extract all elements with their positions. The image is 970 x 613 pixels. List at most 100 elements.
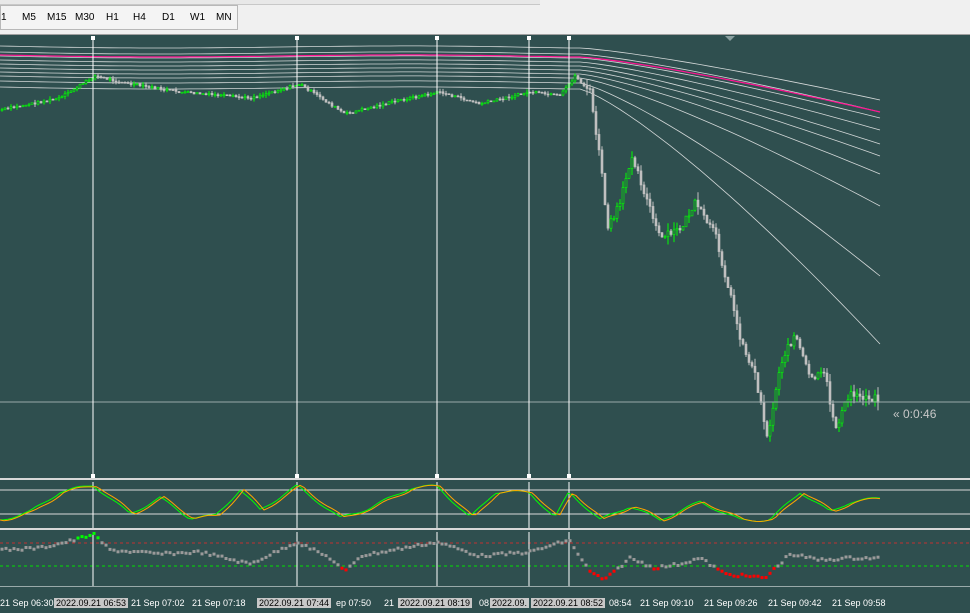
momentum-dot bbox=[216, 554, 220, 558]
momentum-dot bbox=[176, 551, 180, 555]
momentum-dot bbox=[276, 550, 280, 554]
stochastic-oscillator-panel[interactable] bbox=[0, 482, 970, 528]
momentum-dot bbox=[244, 560, 248, 564]
time-label: 21 Sep 06:30 bbox=[0, 598, 54, 608]
momentum-dot bbox=[444, 542, 448, 546]
candle bbox=[666, 223, 670, 245]
vertical-marker-line[interactable] bbox=[295, 36, 299, 478]
momentum-dot bbox=[116, 550, 120, 554]
candle bbox=[828, 374, 832, 412]
indicator1-vertical-markers bbox=[92, 482, 570, 528]
timeframe-m15-button[interactable]: M15 bbox=[47, 12, 66, 23]
candle bbox=[204, 92, 208, 96]
candle bbox=[612, 215, 616, 222]
candle bbox=[246, 95, 250, 100]
momentum-dot bbox=[188, 552, 192, 556]
timeframe-h1-button[interactable]: H1 bbox=[106, 12, 119, 23]
candle bbox=[117, 79, 121, 84]
momentum-dot bbox=[156, 551, 160, 555]
momentum-dot bbox=[292, 543, 296, 547]
moving-average-line bbox=[0, 86, 881, 345]
candle bbox=[144, 82, 148, 90]
momentum-dot bbox=[36, 545, 40, 549]
candle bbox=[3, 107, 7, 111]
momentum-dot bbox=[252, 560, 256, 564]
momentum-dot bbox=[344, 568, 348, 572]
momentum-dot bbox=[560, 541, 564, 545]
candle bbox=[297, 84, 301, 87]
indicator-separator-1[interactable] bbox=[0, 478, 970, 480]
bar-countdown-timer: « 0:0:46 bbox=[893, 407, 937, 421]
candle bbox=[417, 94, 421, 99]
candle bbox=[36, 100, 40, 106]
momentum-dot bbox=[372, 550, 376, 554]
momentum-dot bbox=[12, 547, 16, 551]
candle bbox=[255, 95, 259, 99]
indicator-separator-2[interactable] bbox=[0, 528, 970, 530]
momentum-dot bbox=[160, 552, 164, 556]
axis-separator bbox=[0, 586, 970, 587]
momentum-dot bbox=[584, 563, 588, 567]
momentum-dot bbox=[540, 547, 544, 551]
time-label-highlight: 2022.09. bbox=[490, 598, 530, 608]
candle bbox=[264, 90, 268, 98]
candle bbox=[654, 213, 658, 231]
timeframe-m1-button[interactable]: 1 bbox=[1, 12, 7, 23]
vertical-marker-line[interactable] bbox=[91, 36, 95, 478]
candle bbox=[75, 86, 79, 92]
momentum-dot bbox=[120, 549, 124, 553]
candle bbox=[12, 105, 16, 109]
chart-shift-marker[interactable] bbox=[725, 36, 735, 41]
momentum-dot bbox=[636, 560, 640, 564]
momentum-dot bbox=[132, 550, 136, 553]
timeframe-m5-button[interactable]: M5 bbox=[22, 12, 36, 23]
timeframe-w1-button[interactable]: W1 bbox=[190, 12, 205, 23]
candle bbox=[396, 98, 400, 103]
candle bbox=[192, 91, 196, 95]
candle bbox=[222, 92, 226, 98]
momentum-dot bbox=[248, 562, 252, 566]
momentum-dot bbox=[28, 546, 32, 550]
candle bbox=[555, 93, 559, 96]
timeframe-d1-button[interactable]: D1 bbox=[162, 12, 175, 23]
price-chart[interactable] bbox=[0, 34, 970, 478]
candle bbox=[621, 181, 625, 210]
momentum-dots-panel[interactable] bbox=[0, 532, 970, 586]
candle bbox=[825, 368, 829, 387]
momentum-dot bbox=[168, 551, 172, 555]
candle bbox=[606, 202, 610, 231]
candle bbox=[876, 387, 880, 411]
candlesticks bbox=[0, 73, 880, 442]
candle bbox=[420, 94, 424, 98]
momentum-dot bbox=[836, 558, 840, 562]
candle bbox=[18, 105, 22, 108]
candle bbox=[780, 356, 784, 379]
candle bbox=[822, 368, 826, 377]
vertical-markers[interactable] bbox=[91, 36, 571, 478]
candle bbox=[489, 100, 493, 103]
candle bbox=[522, 92, 526, 96]
candle bbox=[342, 110, 346, 114]
candle bbox=[660, 232, 664, 238]
timeframe-mn-button[interactable]: MN bbox=[216, 12, 232, 23]
vertical-marker-line[interactable] bbox=[567, 36, 571, 478]
momentum-dot bbox=[412, 544, 416, 548]
candle bbox=[549, 92, 553, 96]
vertical-marker-line[interactable] bbox=[527, 36, 531, 478]
candle bbox=[120, 81, 124, 84]
momentum-dot bbox=[764, 576, 768, 579]
momentum-dot bbox=[852, 557, 856, 561]
time-label: 21 Sep 09:26 bbox=[704, 598, 758, 608]
vertical-marker-line[interactable] bbox=[435, 36, 439, 478]
momentum-dot bbox=[300, 544, 304, 548]
candle bbox=[165, 86, 169, 93]
candle bbox=[639, 165, 643, 191]
momentum-dot bbox=[56, 542, 60, 546]
momentum-dot bbox=[240, 559, 244, 563]
candle bbox=[66, 89, 70, 97]
timeframe-h4-button[interactable]: H4 bbox=[133, 12, 146, 23]
momentum-dot bbox=[680, 562, 684, 566]
timeframe-m30-button[interactable]: M30 bbox=[75, 12, 94, 23]
candle bbox=[105, 77, 109, 80]
momentum-dot bbox=[564, 539, 568, 543]
